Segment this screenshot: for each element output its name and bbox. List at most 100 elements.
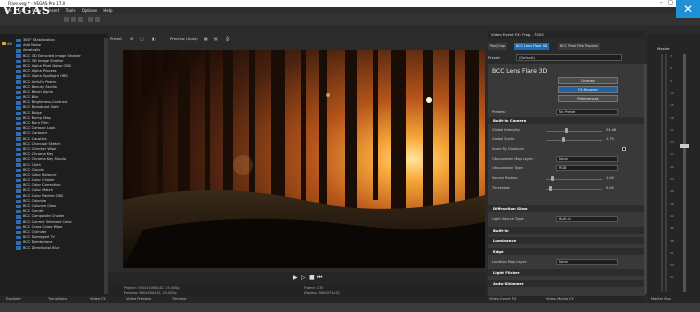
section-edge[interactable]: Edge: [488, 248, 645, 255]
meter-tick: 21: [670, 127, 674, 132]
presets-dropdown[interactable]: No Preset: [556, 109, 618, 115]
threshold-value[interactable]: 0.00: [606, 186, 614, 190]
root-folder[interactable]: All: [2, 42, 14, 48]
folder-icon: [2, 42, 6, 45]
tab-video-preview[interactable]: Video Preview: [126, 296, 151, 303]
global-intensity-knob[interactable]: [564, 128, 568, 133]
new-icon[interactable]: [64, 17, 69, 22]
plugin-icon: [16, 106, 21, 110]
source-radius-value[interactable]: 1.00: [606, 176, 614, 180]
meter-tick: 57: [670, 275, 674, 280]
master-fader[interactable]: [683, 54, 686, 292]
overlay-icon[interactable]: ▤: [214, 34, 218, 43]
prev-frame-icon[interactable]: ⏮: [317, 274, 322, 282]
plugin-icon: [16, 204, 21, 209]
fader-knob[interactable]: [680, 144, 689, 148]
chain-pancrop[interactable]: Pan/Crop: [488, 43, 508, 50]
play-icon[interactable]: ▶: [293, 274, 298, 281]
effect-list-item[interactable]: BCC Directional Blur: [16, 246, 106, 251]
threshold-knob[interactable]: [548, 186, 552, 191]
tab-explorer[interactable]: Explorer: [6, 296, 21, 303]
redo-icon[interactable]: [95, 17, 100, 22]
tab-trimmer[interactable]: Trimmer: [172, 296, 187, 303]
obscuration-type-dropdown[interactable]: RGB: [556, 165, 618, 171]
preview-quality[interactable]: Preview (Auto): [170, 34, 198, 43]
threshold-slider[interactable]: [546, 189, 602, 190]
section-built-in[interactable]: Built-in: [488, 227, 645, 234]
plugin-icon: [16, 70, 21, 74]
plugin-icon: [16, 236, 21, 240]
plugin-chain: Pan/Crop BCC Lens Flare 3D BCC Pixel Fil…: [488, 43, 645, 50]
meter-tick: 39: [670, 201, 674, 206]
source-radius-knob[interactable]: [551, 176, 555, 181]
play-region-icon[interactable]: ▷: [301, 274, 306, 281]
plugin-icon: [16, 80, 21, 84]
source-radius-slider[interactable]: [546, 179, 602, 180]
plugin-icon: [16, 59, 21, 64]
menu-help[interactable]: Help: [103, 8, 112, 13]
global-scale-value[interactable]: 1.75: [606, 137, 614, 141]
global-scale-slider[interactable]: [546, 140, 602, 141]
meter-tick: 36: [670, 189, 674, 194]
chain-film-process[interactable]: BCC Pixel Film Process: [558, 43, 600, 50]
close-icon[interactable]: ✕: [676, 0, 700, 18]
meter-tick: 3: [670, 54, 672, 58]
split-icon[interactable]: ◧: [152, 34, 156, 43]
section-luminance[interactable]: Luminance: [488, 237, 645, 244]
license-button[interactable]: License: [558, 77, 618, 84]
scale-by-distance-checkbox[interactable]: [622, 147, 626, 151]
meter-scale: 3 6 9 12 15 18 21 24 27 30 33 36 39 42 45 48 51 54 57: [670, 54, 680, 292]
menu-options[interactable]: Options: [82, 8, 97, 13]
grid-icon[interactable]: ▦: [204, 34, 208, 43]
plugin-icon: [16, 173, 21, 178]
snapshot-icon[interactable]: ⎙: [226, 34, 229, 43]
stop-icon[interactable]: ■: [309, 274, 315, 281]
chain-lens-flare[interactable]: BCC Lens Flare 3D: [514, 43, 550, 50]
meter-tick: 15: [670, 103, 674, 108]
tab-transitions[interactable]: Transitions: [48, 296, 67, 303]
undo-icon[interactable]: [88, 17, 93, 22]
global-intensity-slider[interactable]: [546, 131, 602, 132]
section-diffraction-glow[interactable]: Diffraction Glow: [488, 205, 645, 212]
menu-tools[interactable]: Tools: [66, 8, 76, 13]
frame-info: Frame: 135: [304, 286, 324, 290]
light-source-dropdown[interactable]: Built-in: [556, 216, 618, 222]
plugin-icon: [16, 163, 21, 167]
copy-icon[interactable]: ▢: [140, 34, 144, 43]
section-light-flicker[interactable]: Light Flicker: [488, 269, 645, 276]
left-scrollbar[interactable]: [104, 38, 108, 294]
project-info: Project: 1920x1080x32, 25.000p: [124, 286, 180, 290]
plugin-icon: [16, 194, 21, 198]
preview-tabs: Video Preview Trimmer: [108, 296, 486, 303]
preset-dropdown[interactable]: (Default): [516, 54, 622, 61]
tab-video-event-fx[interactable]: Video Event FX: [489, 296, 516, 303]
plugin-icon: [16, 49, 21, 53]
global-scale-label: Global Scale:: [492, 137, 515, 141]
effect-name: BCC Directional Blur: [23, 245, 60, 250]
meter-tick: 9: [670, 78, 672, 83]
location-map-dropdown[interactable]: None: [556, 259, 618, 265]
section-builtin-camera[interactable]: Built-in Camera: [488, 117, 645, 124]
global-scale-knob[interactable]: [561, 137, 565, 142]
meter-tick: 12: [670, 90, 674, 95]
tab-video-fx[interactable]: Video FX: [90, 296, 106, 303]
obscuration-layer-dropdown[interactable]: None: [556, 156, 618, 162]
minimize-icon[interactable]: –: [660, 0, 663, 7]
forest-sunset-frame: [123, 50, 485, 268]
tab-video-media-fx[interactable]: Video Media FX: [546, 296, 574, 303]
plugin-icon: [16, 230, 21, 235]
section-auto-shimmer[interactable]: Auto-Shimmer: [488, 280, 645, 287]
open-icon[interactable]: [71, 17, 76, 22]
video-preview[interactable]: [123, 50, 485, 268]
global-intensity-value[interactable]: 24.46: [606, 128, 616, 132]
preferences-button[interactable]: Preferences: [558, 95, 618, 102]
tab-master-bus[interactable]: Master Bus: [651, 296, 671, 303]
plugin-icon: [16, 189, 21, 193]
save-icon[interactable]: [78, 17, 83, 22]
fx-browser-button[interactable]: FX Browser: [558, 86, 618, 93]
settings-icon[interactable]: ⚙: [130, 34, 133, 43]
meter-left: [661, 54, 663, 292]
plugin-icon: [16, 137, 21, 141]
preset-tab[interactable]: Preset: [110, 34, 122, 43]
maximize-icon[interactable]: □: [668, 0, 673, 7]
